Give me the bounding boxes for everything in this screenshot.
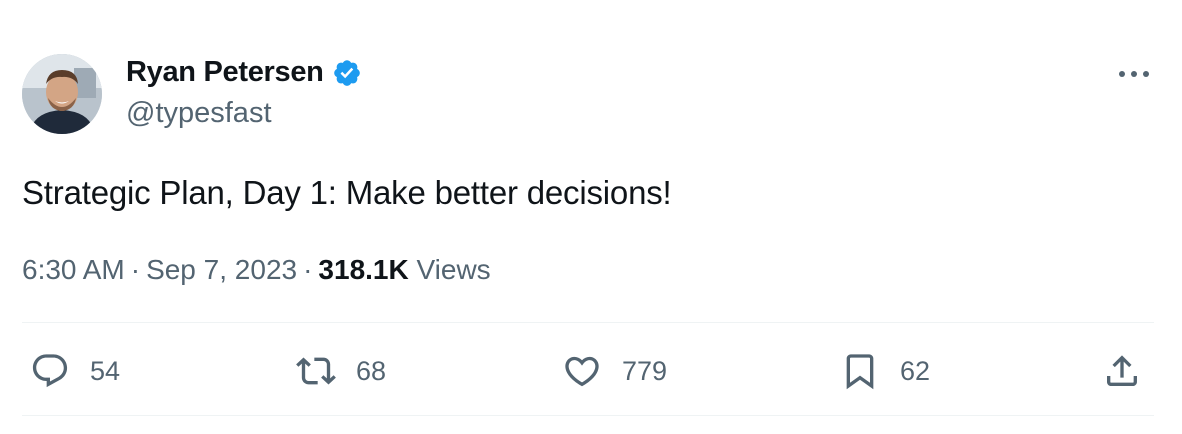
avatar[interactable] <box>22 54 102 134</box>
retweet-count: 68 <box>356 355 387 386</box>
views-count[interactable]: 318.1K <box>318 254 408 285</box>
divider <box>22 322 1154 323</box>
views-label: Views <box>416 254 491 285</box>
share-button[interactable] <box>1102 348 1142 394</box>
reply-bubble-icon <box>30 351 70 391</box>
bookmark-count: 62 <box>900 355 931 386</box>
tweet-time[interactable]: 6:30 AM <box>22 254 125 285</box>
more-horizontal-icon[interactable] <box>1117 64 1151 84</box>
share-upload-icon <box>1102 351 1142 391</box>
author-handle[interactable]: @typesfast <box>126 97 272 130</box>
reply-count: 54 <box>90 355 121 386</box>
bookmark-button[interactable]: 62 <box>840 348 930 394</box>
author-name-row: Ryan Petersen <box>126 56 362 89</box>
heart-icon <box>562 351 602 391</box>
like-count: 779 <box>622 355 668 386</box>
tweet-card: Ryan Petersen @typesfast Strategic Plan,… <box>0 0 1182 434</box>
meta-separator: · <box>303 254 313 285</box>
author-display-name[interactable]: Ryan Petersen <box>126 56 324 89</box>
retweet-icon <box>296 351 336 391</box>
avatar-image <box>22 54 102 134</box>
tweet-text: Strategic Plan, Day 1: Make better decis… <box>22 174 672 211</box>
bookmark-icon <box>840 351 880 391</box>
tweet-metadata: 6:30 AM · Sep 7, 2023 · 318.1K Views <box>22 254 491 286</box>
meta-separator: · <box>130 254 141 285</box>
tweet-date[interactable]: Sep 7, 2023 <box>146 254 297 285</box>
retweet-button[interactable]: 68 <box>296 348 386 394</box>
verified-badge-icon[interactable] <box>332 58 362 88</box>
like-button[interactable]: 779 <box>562 348 667 394</box>
divider <box>22 415 1154 416</box>
reply-button[interactable]: 54 <box>30 348 120 394</box>
